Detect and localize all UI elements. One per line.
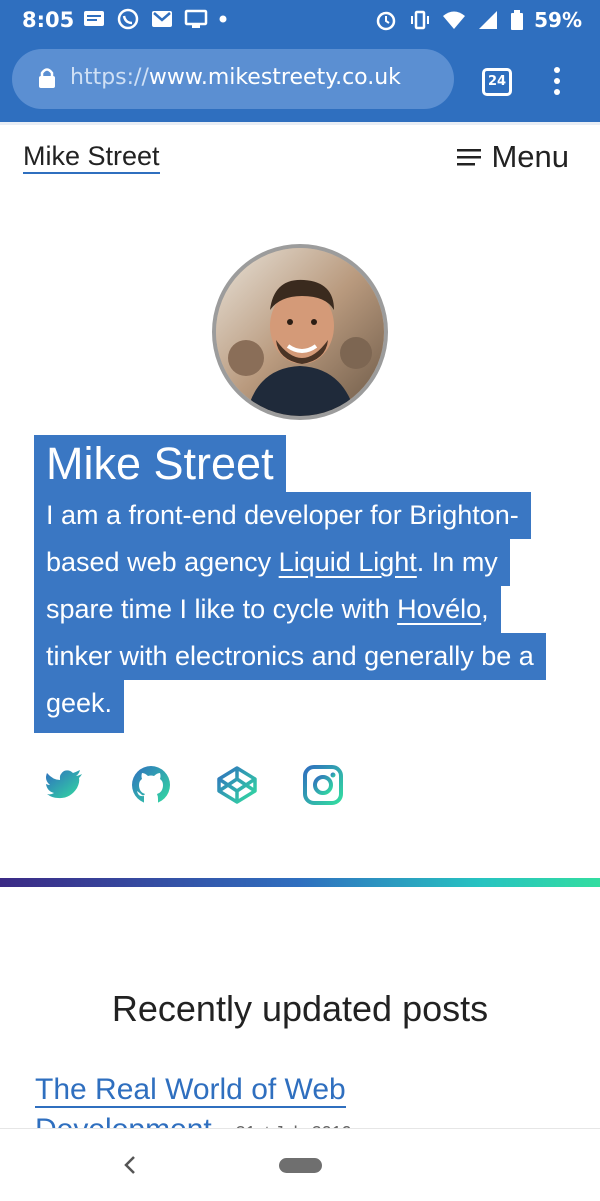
hamburger-icon bbox=[457, 149, 482, 166]
post-title-line-1[interactable]: The Real World of Web bbox=[35, 1073, 346, 1108]
site-header: Mike Street Menu bbox=[0, 122, 600, 195]
menu-button[interactable]: Menu bbox=[457, 139, 569, 175]
social-links bbox=[44, 764, 344, 806]
battery-percent: 59% bbox=[534, 8, 582, 32]
overflow-menu-icon[interactable] bbox=[550, 66, 564, 96]
url-host: www.mikestreety.co.uk bbox=[148, 65, 401, 90]
menu-label: Menu bbox=[491, 139, 569, 174]
bio-line-1: I am a front-end developer for Brighton- bbox=[34, 492, 531, 539]
home-pill[interactable] bbox=[279, 1158, 322, 1173]
bio: Mike Street I am a front-end developer f… bbox=[0, 435, 600, 735]
browser-toolbar: https://www.mikestreety.co.uk 24 bbox=[0, 38, 600, 122]
twitter-icon[interactable] bbox=[44, 764, 86, 806]
avatar bbox=[212, 244, 388, 420]
vibrate-icon bbox=[411, 10, 430, 30]
notification-icons bbox=[82, 8, 228, 30]
cast-icon bbox=[184, 9, 208, 28]
hovelo-link[interactable]: Hovélo bbox=[397, 594, 481, 624]
wifi-icon bbox=[443, 11, 466, 29]
battery-icon bbox=[511, 10, 524, 30]
gradient-divider bbox=[0, 878, 600, 887]
url-text: https://www.mikestreety.co.uk bbox=[70, 65, 401, 90]
whatsapp-icon bbox=[117, 8, 139, 30]
bio-line-4: tinker with electronics and generally be… bbox=[34, 633, 546, 680]
alarm-icon bbox=[376, 11, 396, 31]
bio-line-2: based web agency Liquid Light. In my bbox=[34, 539, 510, 586]
status-time: 8:05 bbox=[22, 8, 75, 32]
liquid-light-link[interactable]: Liquid Light bbox=[279, 547, 417, 577]
message-icon bbox=[84, 11, 104, 26]
system-nav-bar bbox=[0, 1128, 600, 1201]
status-bar: 8:05 59% bbox=[0, 0, 600, 38]
back-chevron-icon[interactable] bbox=[118, 1151, 142, 1179]
dot-icon bbox=[219, 15, 227, 23]
url-scheme: https:// bbox=[70, 65, 149, 90]
status-right: 59% bbox=[374, 8, 582, 32]
address-bar[interactable]: https://www.mikestreety.co.uk bbox=[12, 49, 454, 109]
bio-line-5: geek. bbox=[34, 680, 125, 733]
gmail-icon bbox=[152, 11, 172, 27]
bio-line-3: spare time I like to cycle with Hovélo, bbox=[34, 586, 501, 633]
codepen-icon[interactable] bbox=[216, 764, 258, 806]
signal-icon bbox=[479, 11, 498, 29]
posts-heading: Recently updated posts bbox=[111, 988, 489, 1029]
site-title-link[interactable]: Mike Street bbox=[23, 141, 160, 174]
github-icon[interactable] bbox=[130, 764, 172, 806]
instagram-icon[interactable] bbox=[302, 764, 344, 806]
bio-name: Mike Street bbox=[34, 435, 286, 492]
tab-switcher-button[interactable]: 24 bbox=[482, 68, 512, 96]
lock-icon bbox=[39, 68, 55, 88]
profile-photo bbox=[216, 248, 384, 416]
